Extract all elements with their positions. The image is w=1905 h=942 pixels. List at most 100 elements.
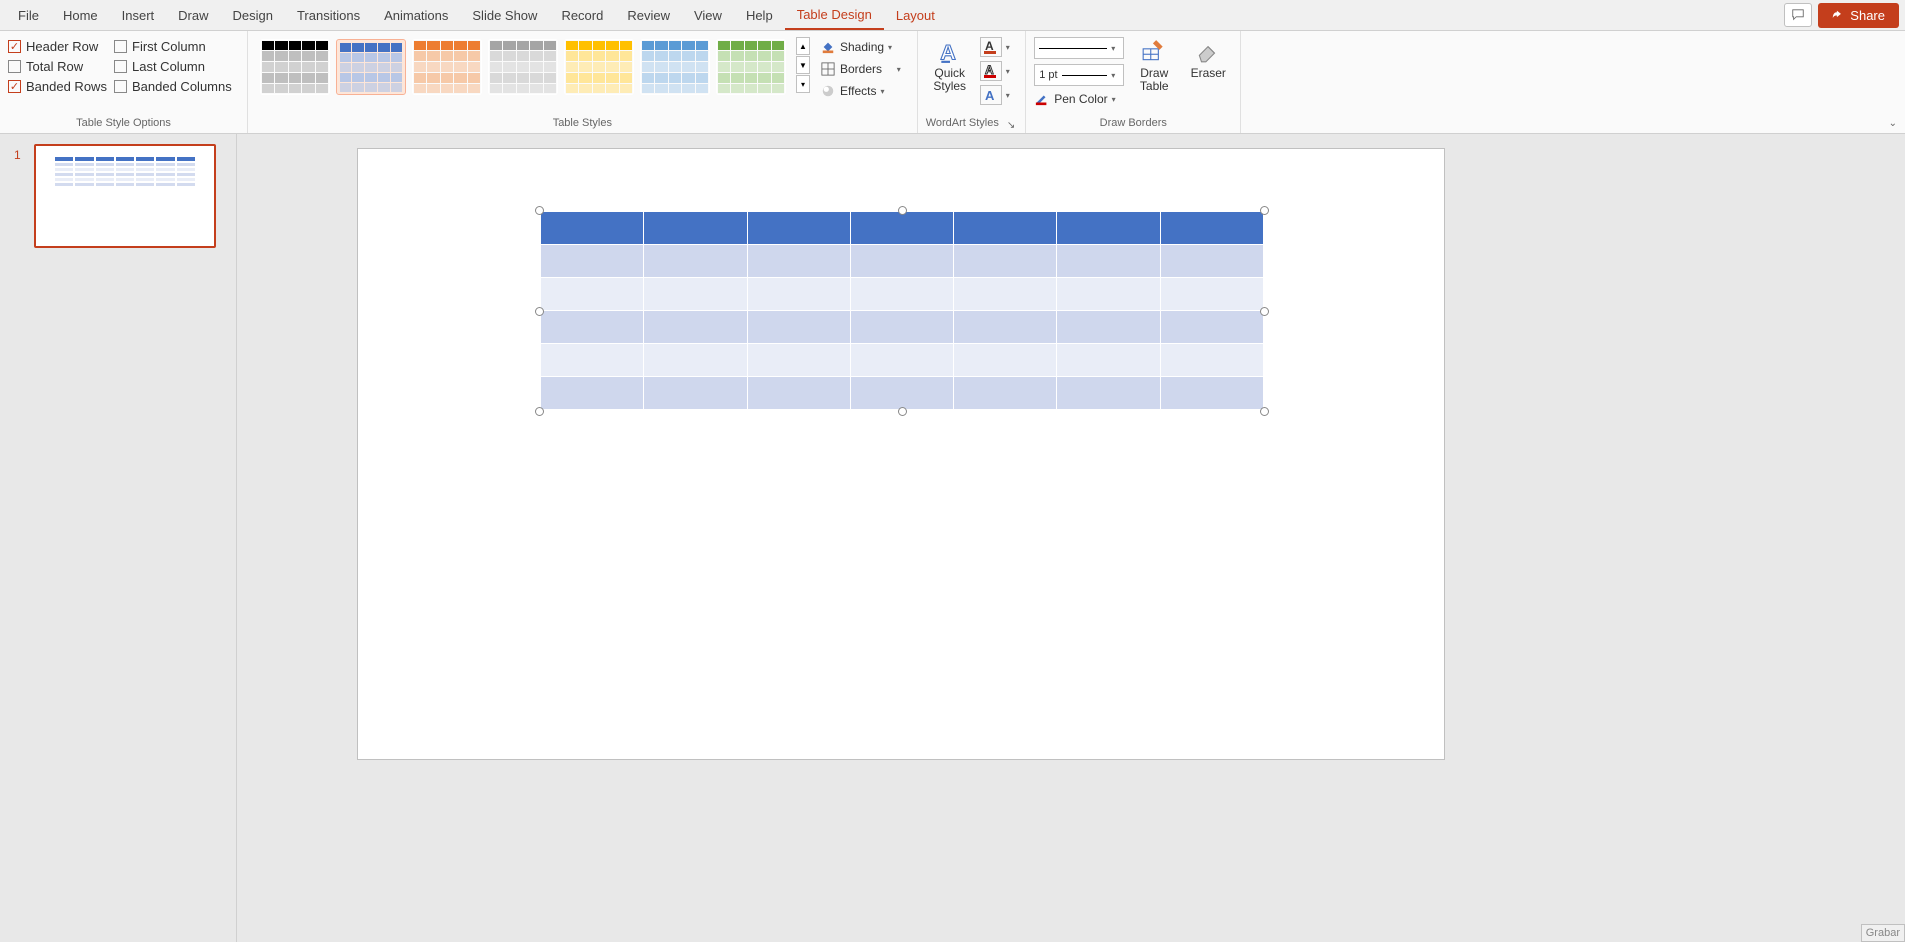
collapse-ribbon-button[interactable]: ⌄ — [1889, 118, 1897, 129]
line-weight-icon — [1062, 75, 1108, 76]
text-fill-icon: A — [983, 39, 999, 55]
chevron-down-icon[interactable]: ▾ — [1006, 91, 1014, 100]
table-style-style-orange[interactable] — [412, 39, 482, 95]
group-label: Table Styles — [256, 117, 909, 131]
gallery-down-button[interactable]: ▼ — [796, 56, 810, 74]
slide-number: 1 — [14, 148, 21, 162]
share-label: Share — [1850, 8, 1885, 23]
tab-file[interactable]: File — [6, 2, 51, 29]
draw-table-button[interactable]: Draw Table — [1130, 35, 1178, 95]
text-outline-icon: A — [983, 63, 999, 79]
slide-canvas[interactable] — [237, 134, 1905, 942]
ribbon: Header Row Total Row Banded Rows First C… — [0, 31, 1905, 134]
tab-view[interactable]: View — [682, 2, 734, 29]
inserted-table[interactable] — [540, 211, 1264, 410]
slide[interactable] — [357, 148, 1445, 760]
chevron-down-icon: ▾ — [1111, 44, 1119, 53]
table-style-gallery — [256, 35, 790, 99]
thumb-table-preview — [54, 156, 196, 187]
tab-insert[interactable]: Insert — [110, 2, 167, 29]
svg-text:A: A — [985, 63, 994, 77]
table-style-style-gray[interactable] — [488, 39, 558, 95]
chk-last-column[interactable]: Last Column — [114, 59, 232, 74]
resize-handle[interactable] — [535, 307, 544, 316]
group-label: Draw Borders — [1034, 117, 1232, 131]
comments-button[interactable] — [1784, 3, 1812, 27]
share-icon — [1832, 9, 1845, 22]
chevron-down-icon: ▾ — [1111, 71, 1119, 80]
tab-help[interactable]: Help — [734, 2, 785, 29]
table-style-style-gold[interactable] — [564, 39, 634, 95]
pen-weight-dropdown[interactable]: 1 pt▾ — [1034, 64, 1124, 86]
chevron-down-icon[interactable]: ▾ — [1006, 43, 1014, 52]
slide-thumbnail-1[interactable] — [34, 144, 216, 248]
shading-button[interactable]: Shading▾ — [816, 37, 909, 57]
eraser-icon — [1194, 37, 1222, 65]
tab-draw[interactable]: Draw — [166, 2, 220, 29]
chevron-down-icon: ▾ — [888, 43, 896, 52]
share-button[interactable]: Share — [1818, 3, 1899, 28]
tab-record[interactable]: Record — [549, 2, 615, 29]
slide-thumbnail-panel: 1 — [0, 134, 237, 942]
comment-icon — [1791, 8, 1805, 22]
editor-main: 1 — [0, 134, 1905, 942]
resize-handle[interactable] — [535, 206, 544, 215]
chevron-down-icon: ▾ — [897, 65, 905, 74]
wordart-a-icon: A — [936, 37, 964, 65]
tab-slideshow[interactable]: Slide Show — [460, 2, 549, 29]
tab-transitions[interactable]: Transitions — [285, 2, 372, 29]
borders-button[interactable]: Borders ▾ — [816, 59, 909, 79]
ribbon-tabs: File Home Insert Draw Design Transitions… — [0, 0, 1905, 31]
text-fill-button[interactable]: A — [980, 37, 1002, 57]
resize-handle[interactable] — [1260, 307, 1269, 316]
eraser-label: Eraser — [1191, 67, 1226, 80]
svg-text:A: A — [985, 88, 995, 103]
checkbox-icon — [8, 40, 21, 53]
group-label: Table Style Options — [8, 117, 239, 131]
svg-text:A: A — [985, 39, 994, 53]
tab-animations[interactable]: Animations — [372, 2, 460, 29]
tab-home[interactable]: Home — [51, 2, 110, 29]
table-style-style-black[interactable] — [260, 39, 330, 95]
resize-handle[interactable] — [898, 407, 907, 416]
table-style-style-green[interactable] — [716, 39, 786, 95]
gallery-up-button[interactable]: ▲ — [796, 37, 810, 55]
gallery-more-button[interactable]: ▾ — [796, 75, 810, 93]
pen-color-button[interactable]: Pen Color▾ — [1034, 91, 1124, 107]
tab-layout[interactable]: Layout — [884, 2, 947, 29]
pen-icon — [1034, 91, 1050, 107]
chevron-down-icon: ▾ — [1112, 95, 1120, 104]
table-style-style-lblue[interactable] — [640, 39, 710, 95]
pen-style-dropdown[interactable]: ▾ — [1034, 37, 1124, 59]
resize-handle[interactable] — [898, 206, 907, 215]
status-record[interactable]: Grabar — [1861, 924, 1905, 942]
table-style-style-blue[interactable] — [336, 39, 406, 95]
tab-design[interactable]: Design — [221, 2, 285, 29]
resize-handle[interactable] — [1260, 206, 1269, 215]
bucket-icon — [820, 39, 836, 55]
chk-total-row[interactable]: Total Row — [8, 59, 108, 74]
tab-review[interactable]: Review — [615, 2, 682, 29]
eraser-button[interactable]: Eraser — [1184, 35, 1232, 82]
dialog-launcher-icon[interactable]: ↘ — [1005, 120, 1017, 131]
chk-header-row[interactable]: Header Row — [8, 39, 108, 54]
resize-handle[interactable] — [535, 407, 544, 416]
checkbox-icon — [114, 40, 127, 53]
chk-banded-rows[interactable]: Banded Rows — [8, 79, 108, 94]
checkbox-icon — [114, 60, 127, 73]
text-outline-button[interactable]: A — [980, 61, 1002, 81]
chk-banded-columns[interactable]: Banded Columns — [114, 79, 232, 94]
chevron-down-icon: ▾ — [880, 87, 888, 96]
quick-styles-button[interactable]: A Quick Styles — [926, 35, 974, 95]
group-table-styles: ▲ ▼ ▾ Shading▾ Borders ▾ Effect — [248, 31, 918, 133]
svg-text:A: A — [940, 40, 956, 64]
group-draw-borders: ▾ 1 pt▾ Pen Color▾ Draw Table Eraser Dra… — [1026, 31, 1241, 133]
group-label: WordArt Styles — [926, 117, 999, 131]
chevron-down-icon[interactable]: ▾ — [1006, 67, 1014, 76]
tab-table-design[interactable]: Table Design — [785, 1, 884, 30]
chk-first-column[interactable]: First Column — [114, 39, 232, 54]
effects-button[interactable]: Effects▾ — [816, 81, 909, 101]
border-icon — [820, 61, 836, 77]
text-effects-button[interactable]: A — [980, 85, 1002, 105]
resize-handle[interactable] — [1260, 407, 1269, 416]
